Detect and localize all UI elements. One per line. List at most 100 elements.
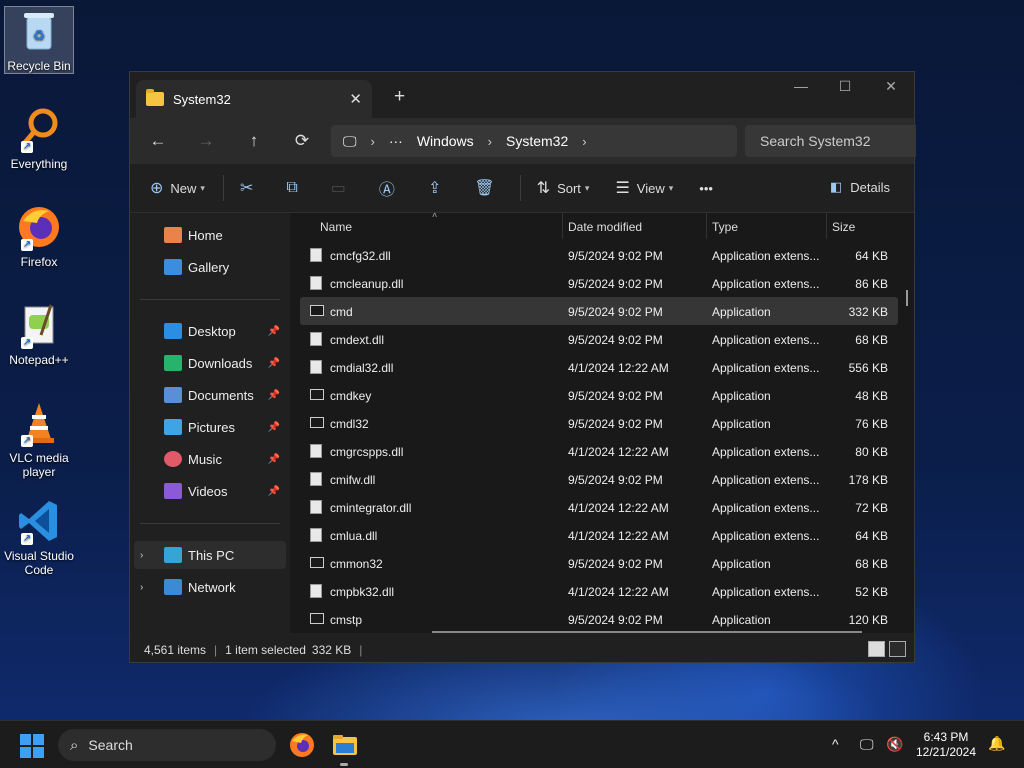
sidebar-item-home[interactable]: Home xyxy=(134,221,286,249)
start-button[interactable] xyxy=(20,734,44,758)
sidebar-item-this-pc[interactable]: › This PC xyxy=(134,541,286,569)
pin-icon[interactable]: 📌 xyxy=(268,390,280,401)
desktop-icon-vscode[interactable]: ↗ Visual Studio Code xyxy=(4,497,74,577)
sidebar-item-pictures[interactable]: Pictures 📌 xyxy=(134,413,286,441)
file-row[interactable]: cmcleanup.dll 9/5/2024 9:02 PM Application… xyxy=(300,269,898,297)
desktop-icon-vlc[interactable]: ↗ VLC media player xyxy=(4,399,74,479)
file-row[interactable]: cmstp 9/5/2024 9:02 PM Application 120 KB xyxy=(300,605,898,633)
network-icon[interactable]: 🖵 xyxy=(860,736,874,753)
file-row[interactable]: cmcfg32.dll 9/5/2024 9:02 PM Application e… xyxy=(300,241,898,269)
view-button[interactable]: ☰ View ▾ xyxy=(615,178,673,198)
address-bar[interactable]: 🖵 › ··· Windows › System32 › xyxy=(331,125,737,157)
more-options-button[interactable]: ••• xyxy=(699,181,713,196)
close-button[interactable]: ✕ xyxy=(868,78,914,95)
sidebar-item-network[interactable]: › Network xyxy=(134,573,286,601)
breadcrumb-system32[interactable]: System32 xyxy=(506,133,568,149)
horizontal-scrollbar[interactable] xyxy=(432,631,862,633)
details-pane-button[interactable]: ◧ Details xyxy=(830,179,890,195)
up-button[interactable]: ↑ xyxy=(230,131,278,151)
back-button[interactable]: ← xyxy=(134,131,182,151)
monitor-icon[interactable]: 🖵 xyxy=(343,133,357,150)
chevron-right-icon[interactable]: › xyxy=(371,134,375,149)
rename-button[interactable]: Ⓐ xyxy=(379,176,402,200)
file-row[interactable]: cmintegrator.dll 4/1/2024 12:22 AM Applica… xyxy=(300,493,898,521)
file-date-modified: 4/1/2024 12:22 AM xyxy=(568,361,669,375)
desktop-icon-notepadpp[interactable]: ↗ Notepad++ xyxy=(4,301,74,367)
file-date-modified: 9/5/2024 9:02 PM xyxy=(568,249,663,263)
maximize-button[interactable]: ☐ xyxy=(822,78,868,95)
search-input[interactable]: Search System32 xyxy=(745,125,916,157)
column-header-size[interactable]: Size xyxy=(832,220,855,234)
chevron-right-icon[interactable]: › xyxy=(140,582,143,593)
breadcrumb-windows[interactable]: Windows xyxy=(417,133,474,149)
cut-button[interactable]: ✂ xyxy=(240,178,260,198)
file-row[interactable]: cmd 9/5/2024 9:02 PM Application 332 KB xyxy=(300,297,898,325)
minimize-button[interactable]: — xyxy=(778,78,824,94)
clock[interactable]: 6:43 PM 12/21/2024 xyxy=(912,730,980,760)
desktop-icon-recycle-bin[interactable]: ♻ Recycle Bin xyxy=(4,6,74,74)
taskbar-file-explorer[interactable] xyxy=(331,731,359,759)
details-view-button[interactable] xyxy=(868,641,885,657)
copy-button[interactable]: ⧉ xyxy=(286,179,304,197)
column-header-date[interactable]: Date modified xyxy=(568,220,642,234)
file-row[interactable]: cmmon32 9/5/2024 9:02 PM Application 68 KB xyxy=(300,549,898,577)
sort-button[interactable]: ⇅ Sort ▾ xyxy=(537,178,590,198)
forward-button[interactable]: → xyxy=(182,131,230,151)
pin-icon[interactable]: 📌 xyxy=(268,454,280,465)
desktop-icon-everything[interactable]: ↗ Everything xyxy=(4,105,74,171)
file-date-modified: 9/5/2024 9:02 PM xyxy=(568,473,663,487)
view-toggle xyxy=(868,641,906,657)
pin-icon[interactable]: 📌 xyxy=(268,486,280,497)
sidebar-item-label: Music xyxy=(188,451,222,467)
tiles-view-button[interactable] xyxy=(889,641,906,657)
sidebar-item-documents[interactable]: Documents 📌 xyxy=(134,381,286,409)
details-label: Details xyxy=(850,179,890,195)
paste-button[interactable]: ▭ xyxy=(331,178,353,198)
desktop-icon-label: Visual Studio Code xyxy=(4,549,74,577)
show-hidden-icons-button[interactable]: ^ xyxy=(832,736,839,752)
vertical-scrollbar[interactable] xyxy=(906,290,908,306)
file-row[interactable]: cmdext.dll 9/5/2024 9:02 PM Application ex… xyxy=(300,325,898,353)
breadcrumb-overflow[interactable]: ··· xyxy=(389,133,403,149)
file-row[interactable]: cmlua.dll 4/1/2024 12:22 AM Application ex… xyxy=(300,521,898,549)
refresh-button[interactable]: ⟳ xyxy=(278,131,326,151)
file-row[interactable]: cmdkey 9/5/2024 9:02 PM Application 48 KB xyxy=(300,381,898,409)
column-divider[interactable] xyxy=(706,213,707,239)
column-divider[interactable] xyxy=(562,213,563,239)
new-button[interactable]: ⊕ New ▾ xyxy=(150,178,205,198)
share-button[interactable]: ⇪ xyxy=(428,178,448,198)
pin-icon[interactable]: 📌 xyxy=(268,422,280,433)
sidebar-item-music[interactable]: Music 📌 xyxy=(134,445,286,473)
volume-muted-icon[interactable]: 🔇 xyxy=(886,736,903,753)
dll-file-icon xyxy=(310,528,322,542)
tab-system32[interactable]: System32 ✕ xyxy=(136,80,372,118)
column-header-type[interactable]: Type xyxy=(712,220,738,234)
file-row[interactable]: cmifw.dll 9/5/2024 9:02 PM Application ext… xyxy=(300,465,898,493)
notification-bell-icon[interactable]: 🔔 xyxy=(988,735,1005,752)
file-row[interactable]: cmdial32.dll 4/1/2024 12:22 AM Application… xyxy=(300,353,898,381)
column-divider[interactable] xyxy=(826,213,827,239)
file-row[interactable]: cmpbk32.dll 4/1/2024 12:22 AM Application … xyxy=(300,577,898,605)
new-label: New xyxy=(170,180,197,196)
pin-icon[interactable]: 📌 xyxy=(268,358,280,369)
file-size: 332 KB xyxy=(848,305,888,319)
chevron-right-icon[interactable]: › xyxy=(488,134,492,149)
desktop-icon-firefox[interactable]: ↗ Firefox xyxy=(4,203,74,269)
chevron-right-icon[interactable]: › xyxy=(140,550,143,561)
sidebar-item-desktop[interactable]: Desktop 📌 xyxy=(134,317,286,345)
pin-icon[interactable]: 📌 xyxy=(268,326,280,337)
tab-close-icon[interactable]: ✕ xyxy=(349,90,362,108)
file-row[interactable]: cmgrcspps.dll 4/1/2024 12:22 AM Applicatio… xyxy=(300,437,898,465)
column-header-name[interactable]: Name xyxy=(320,220,352,234)
file-row[interactable]: cmdl32 9/5/2024 9:02 PM Application 76 KB xyxy=(300,409,898,437)
application-file-icon xyxy=(310,305,324,316)
chevron-right-icon[interactable]: › xyxy=(582,134,586,149)
file-explorer-icon xyxy=(333,735,357,755)
sidebar-item-gallery[interactable]: Gallery xyxy=(134,253,286,281)
sidebar-item-videos[interactable]: Videos 📌 xyxy=(134,477,286,505)
new-tab-button[interactable]: + xyxy=(394,86,405,108)
sidebar-item-downloads[interactable]: Downloads 📌 xyxy=(134,349,286,377)
taskbar-firefox[interactable] xyxy=(288,731,316,759)
taskbar-search[interactable]: ⌕ Search xyxy=(58,729,276,761)
delete-button[interactable]: 🗑 xyxy=(474,178,501,198)
